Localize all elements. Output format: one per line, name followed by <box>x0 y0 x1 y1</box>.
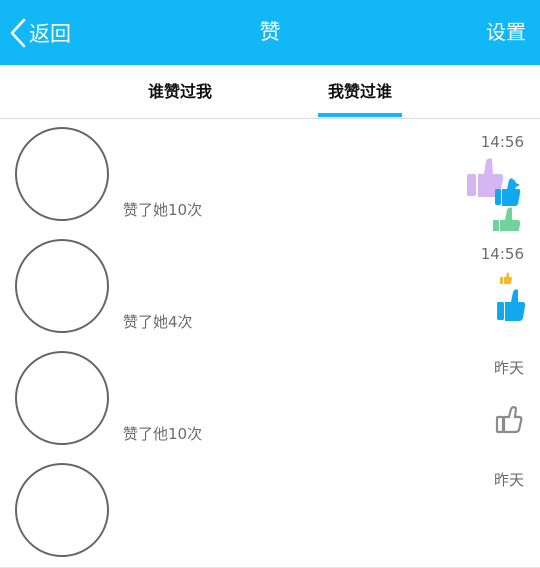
avatar <box>15 351 109 445</box>
timestamp: 昨天 <box>493 359 524 377</box>
list-item[interactable]: 昨天 <box>0 455 540 568</box>
top-nav-bar: 返回 赞 设置 <box>0 0 540 65</box>
avatar <box>15 239 109 333</box>
like-count-text: 赞了她4次 <box>123 313 193 331</box>
list-item[interactable]: 赞了她10次 14:56 <box>0 119 540 238</box>
outline-thumbs-up-icon[interactable] <box>494 405 524 435</box>
tab-who-liked-me[interactable]: 谁赞过我 <box>120 65 240 118</box>
blue-thumbs-up-icon[interactable] <box>492 271 526 323</box>
active-tab-indicator <box>318 113 402 117</box>
chevron-left-icon <box>10 18 26 48</box>
avatar <box>15 463 109 557</box>
back-label: 返回 <box>29 22 71 46</box>
settings-button[interactable]: 设置 <box>486 0 526 65</box>
avatar <box>15 127 109 221</box>
list-item[interactable]: 赞了她4次 14:56 <box>0 231 540 344</box>
timestamp: 14:56 <box>480 133 524 151</box>
timestamp: 14:56 <box>480 245 524 263</box>
like-count-text: 赞了她10次 <box>123 201 203 219</box>
tab-bar: 谁赞过我 我赞过谁 <box>0 65 540 119</box>
list-item[interactable]: 赞了他10次 昨天 <box>0 343 540 456</box>
like-count-text: 赞了他10次 <box>123 425 203 443</box>
page-title: 赞 <box>259 20 281 44</box>
back-button[interactable]: 返回 <box>10 14 71 52</box>
tab-who-i-liked[interactable]: 我赞过谁 <box>300 65 420 118</box>
